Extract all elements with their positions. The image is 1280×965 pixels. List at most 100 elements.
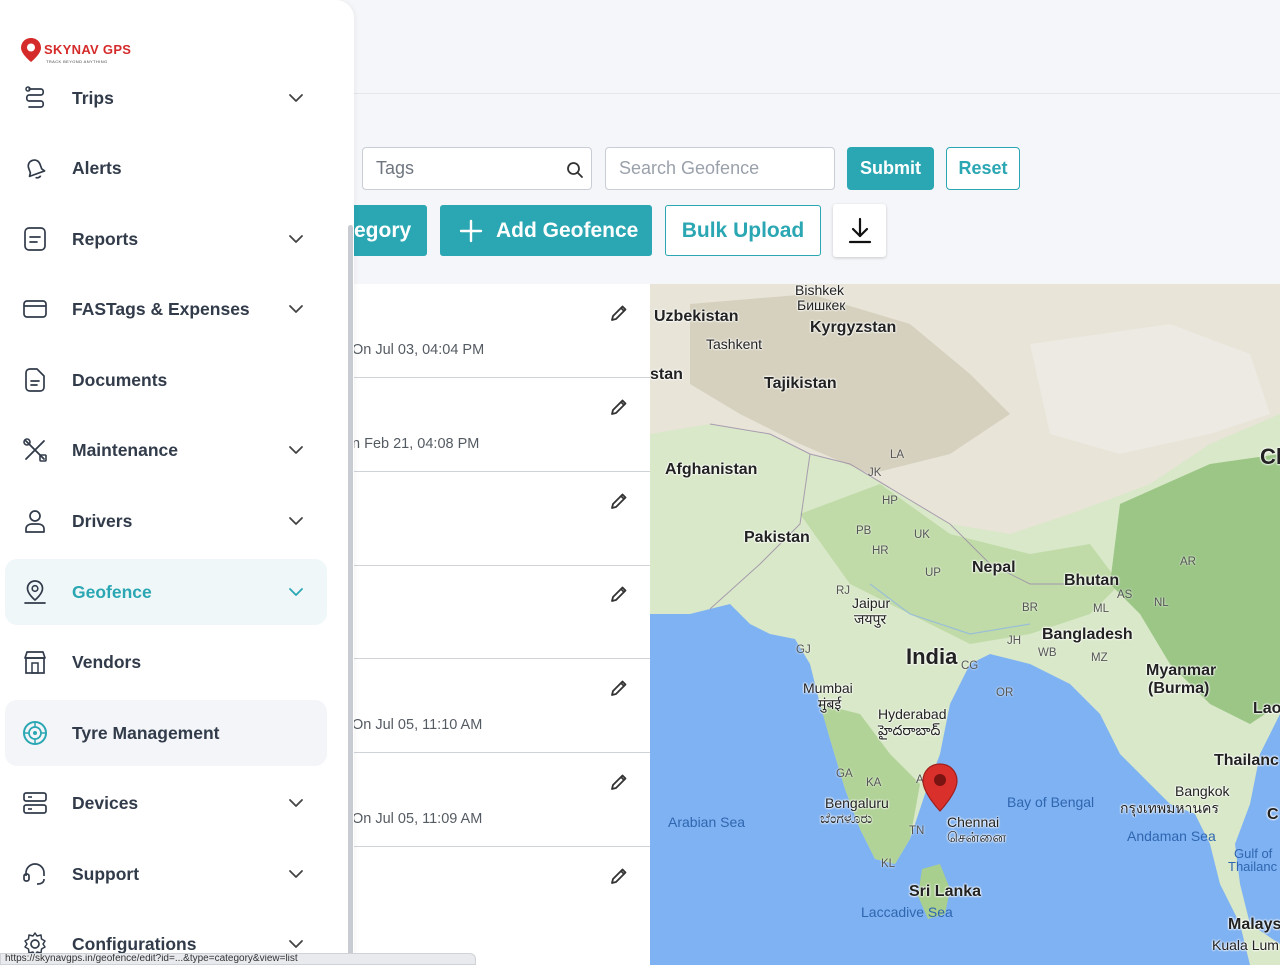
state-label: PB xyxy=(856,525,872,537)
sidebar-item-reports[interactable]: Reports xyxy=(5,206,327,272)
sidebar-item-label: Drivers xyxy=(72,510,133,531)
chevron-down-icon[interactable] xyxy=(288,234,304,244)
map-label: Thailanc xyxy=(1228,859,1278,874)
headset-icon xyxy=(23,863,45,885)
bulk-upload-button[interactable]: Bulk Upload xyxy=(665,205,821,256)
state-label: NL xyxy=(1154,597,1169,609)
list-item[interactable]: n Feb 21, 04:08 PM xyxy=(350,378,650,472)
item-date: On Jul 05, 11:09 AM xyxy=(352,811,483,827)
list-item[interactable]: On Jul 05, 11:10 AM xyxy=(350,659,650,753)
state-label: CG xyxy=(961,660,979,672)
driver-icon xyxy=(25,510,45,533)
map-label: Bhutan xyxy=(1064,572,1120,589)
sidebar-item-maintenance[interactable]: Maintenance xyxy=(5,417,327,483)
chevron-down-icon[interactable] xyxy=(288,798,304,808)
list-item[interactable]: On Jul 05, 11:09 AM xyxy=(350,753,650,847)
map-label: Jaipur xyxy=(852,595,891,611)
state-label: MZ xyxy=(1091,652,1108,664)
sidebar-item-documents[interactable]: Documents xyxy=(5,347,327,413)
add-geofence-button[interactable]: Add Geofence xyxy=(440,205,652,256)
map-label: Myanmar xyxy=(1146,662,1217,679)
geofence-map[interactable]: Bishkek Бишкек Uzbekistan Kyrgyzstan Tas… xyxy=(650,284,1280,965)
state-label: HP xyxy=(882,495,898,507)
brand-logo[interactable]: SKYNAV GPS TRACK BEYOND ANYTHING xyxy=(20,37,131,64)
pencil-icon[interactable] xyxy=(609,303,629,323)
item-date: On Jul 05, 11:10 AM xyxy=(352,717,483,733)
map-label: Bengaluru xyxy=(825,795,889,811)
state-label: JH xyxy=(1007,635,1022,647)
sidebar-item-vendors[interactable]: Vendors xyxy=(5,629,327,695)
map-label: Chennai xyxy=(947,814,1000,830)
map-label: Malays xyxy=(1228,916,1280,933)
chevron-down-icon[interactable] xyxy=(288,587,304,597)
geofence-list: On Jul 03, 04:04 PM n Feb 21, 04:08 PM O… xyxy=(350,284,650,965)
sidebar-scrollbar[interactable] xyxy=(348,225,353,965)
sidebar-item-label: Tyre Management xyxy=(72,722,220,743)
download-icon xyxy=(848,217,871,243)
map-label: Tashkent xyxy=(706,336,763,352)
add-geofence-label: Add Geofence xyxy=(496,218,639,242)
tyre-icon xyxy=(23,721,47,745)
sidebar-item-drivers[interactable]: Drivers xyxy=(5,488,327,554)
sidebar-item-label: Reports xyxy=(72,228,139,249)
brand-tagline: TRACK BEYOND ANYTHING xyxy=(46,59,108,64)
list-item[interactable] xyxy=(350,565,650,659)
chevron-down-icon[interactable] xyxy=(288,445,304,455)
sidebar-item-label: Devices xyxy=(72,792,139,813)
state-label: KL xyxy=(881,858,896,870)
sidebar-item-label: Maintenance xyxy=(72,439,178,460)
route-icon xyxy=(25,86,45,108)
state-label: TN xyxy=(909,825,925,837)
map-label: Sri Lanka xyxy=(909,883,982,900)
list-item[interactable] xyxy=(350,472,650,566)
chevron-down-icon[interactable] xyxy=(288,939,304,949)
map-terrain xyxy=(650,284,1280,965)
state-label: UK xyxy=(914,529,930,541)
map-label: (Burma) xyxy=(1148,680,1210,697)
chevron-down-icon[interactable] xyxy=(288,304,304,314)
tools-icon xyxy=(23,438,47,462)
tags-input[interactable] xyxy=(363,148,553,189)
sidebar-item-label: Documents xyxy=(72,369,168,390)
sidebar-item-support[interactable]: Support xyxy=(5,841,327,907)
tags-filter[interactable] xyxy=(362,147,592,190)
chevron-down-icon[interactable] xyxy=(288,869,304,879)
sidebar-item-trips[interactable]: Trips xyxy=(5,65,327,131)
reset-button[interactable]: Reset xyxy=(946,147,1020,190)
pencil-icon[interactable] xyxy=(609,678,629,698)
sidebar-item-devices[interactable]: Devices xyxy=(5,770,327,836)
download-button[interactable] xyxy=(833,204,886,257)
document-icon xyxy=(25,368,45,392)
state-label: AS xyxy=(1117,589,1133,601)
list-item[interactable] xyxy=(350,847,650,941)
search-icon[interactable] xyxy=(565,160,585,180)
pencil-icon[interactable] xyxy=(609,397,629,417)
report-icon xyxy=(24,227,46,251)
item-date: On Jul 03, 04:04 PM xyxy=(352,342,485,358)
chevron-down-icon[interactable] xyxy=(288,516,304,526)
logo-icon xyxy=(21,38,41,62)
list-item[interactable]: On Jul 03, 04:04 PM xyxy=(350,284,650,378)
chevron-down-icon[interactable] xyxy=(288,93,304,103)
pencil-icon[interactable] xyxy=(609,772,629,792)
sidebar-item-fastags[interactable]: FASTags & Expenses xyxy=(5,276,327,342)
geofence-search-input[interactable] xyxy=(606,148,834,189)
map-label: హైదరాబాద్ xyxy=(878,722,941,738)
pencil-icon[interactable] xyxy=(609,866,629,886)
sidebar-item-tyre-management[interactable]: Tyre Management xyxy=(5,700,327,766)
map-label: Mumbai xyxy=(803,680,853,696)
sidebar-item-label: Geofence xyxy=(72,581,152,602)
map-label: சென்னை xyxy=(947,829,1007,845)
map-label: ಬೆಂಗಳೂರು xyxy=(820,810,873,826)
map-label: Pakistan xyxy=(744,529,810,546)
map-label: Bishkek xyxy=(795,284,845,298)
submit-button[interactable]: Submit xyxy=(847,147,934,190)
sidebar: SKYNAV GPS TRACK BEYOND ANYTHING Trips A… xyxy=(0,0,354,965)
pencil-icon[interactable] xyxy=(609,491,629,511)
map-pin-icon[interactable] xyxy=(921,762,959,814)
pencil-icon[interactable] xyxy=(609,584,629,604)
geofence-search[interactable] xyxy=(605,147,835,190)
sidebar-item-alerts[interactable]: Alerts xyxy=(5,135,327,201)
map-label: Kuala Lum xyxy=(1212,937,1279,953)
sidebar-item-geofence[interactable]: Geofence xyxy=(5,559,327,625)
